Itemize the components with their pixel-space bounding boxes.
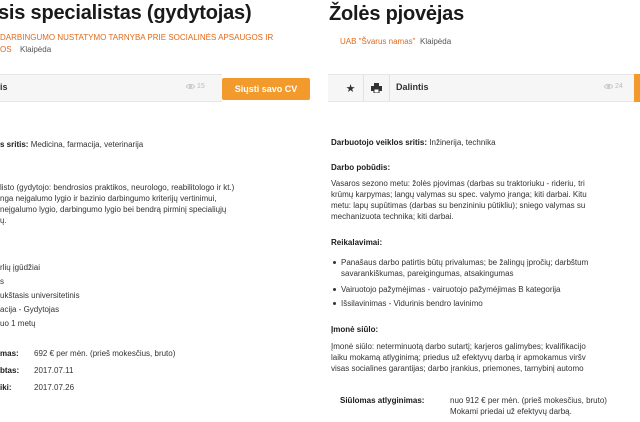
print-button[interactable] bbox=[364, 75, 390, 101]
work-heading: Darbo pobūdis: bbox=[331, 163, 391, 172]
list-item: Vairuotojo pažymėjimas - vairuotojo pažy… bbox=[333, 284, 561, 295]
panel-divider bbox=[318, 0, 328, 422]
posted-label: btas: bbox=[0, 366, 20, 375]
send-cv-button[interactable]: Siųsti savo CV bbox=[222, 78, 310, 100]
until-value: 2017.07.26 bbox=[34, 383, 75, 392]
salary-note: Mokami priedai už efektyvų darbą. bbox=[450, 407, 572, 416]
company-link-cont[interactable]: OS bbox=[0, 45, 12, 54]
list-item: Panašaus darbo patirtis būtų privalumas;… bbox=[333, 257, 588, 268]
view-count: 15 bbox=[186, 83, 205, 90]
action-toolbar: is 15 bbox=[0, 74, 222, 102]
offer-heading: Įmonė siūlo: bbox=[331, 325, 379, 334]
job-title: sis specialistas (gydytojas) bbox=[0, 2, 252, 24]
job-title: Žolės pjovėjas bbox=[329, 3, 465, 25]
job-city: Klaipėda bbox=[420, 37, 452, 46]
desc-line: nga neįgalumo lygio ir bazinio darbingum… bbox=[0, 194, 217, 203]
company-link[interactable]: UAB "Švarus namas" bbox=[340, 37, 415, 46]
eye-icon bbox=[186, 83, 195, 89]
job-city: Klaipėda bbox=[20, 45, 52, 54]
printer-icon bbox=[371, 83, 382, 93]
req-heading: Reikalavimai: bbox=[331, 238, 383, 247]
salary-label: Siūlomas atlyginimas: bbox=[340, 396, 425, 405]
company-link[interactable]: DARBINGUMO NUSTATYMO TARNYBA PRIE SOCIAL… bbox=[0, 33, 273, 42]
share-button[interactable]: is bbox=[0, 82, 8, 92]
posted-value: 2017.07.11 bbox=[34, 366, 74, 375]
send-cv-button[interactable] bbox=[634, 74, 640, 102]
desc-line: neįgalumo lygio, darbingumo lygio bei be… bbox=[0, 205, 227, 214]
salary-label: mas: bbox=[0, 349, 19, 358]
work-line: mechanizuota technika; kiti darbai. bbox=[331, 212, 454, 221]
until-label: iki: bbox=[0, 383, 12, 392]
action-toolbar: ★ Dalintis 24 bbox=[328, 74, 640, 102]
req-line: acija - Gydytojas bbox=[0, 305, 60, 314]
list-item-cont: savarankiškumas, pareigingumas, atsaking… bbox=[341, 269, 514, 278]
offer-line: Įmonė siūlo: neterminuotą darbo sutartį;… bbox=[331, 342, 586, 351]
area-row: Darbuotojo veiklos sritis: Inžinerija, t… bbox=[331, 138, 496, 147]
req-line: rlių įgūdžiai bbox=[0, 263, 41, 272]
offer-line: visas socialines garantijas; darbo įrank… bbox=[331, 364, 584, 373]
star-icon: ★ bbox=[345, 82, 356, 95]
offer-line: laiku mokamą atlyginimą; priedus už efek… bbox=[331, 353, 586, 362]
left-job-panel: sis specialistas (gydytojas) DARBINGUMO … bbox=[0, 0, 318, 422]
work-line: Vasaros sezono metu: žolės pjovimas (dar… bbox=[331, 179, 585, 188]
req-line: ukštasis universitetinis bbox=[0, 291, 80, 300]
desc-line: listo (gydytojo: bendrosios praktikos, n… bbox=[0, 183, 235, 192]
req-line: s bbox=[0, 277, 4, 286]
salary-value: 692 € per mėn. (prieš mokesčius, bruto) bbox=[34, 349, 176, 358]
area-row: s sritis: Medicina, farmacija, veterinar… bbox=[0, 140, 144, 149]
eye-icon bbox=[604, 83, 613, 89]
salary-value: nuo 912 € per mėn. (prieš mokesčius, bru… bbox=[450, 396, 607, 405]
share-button[interactable]: Dalintis bbox=[396, 82, 429, 92]
list-item: Išsilavinimas - Vidurinis bendro lavinim… bbox=[333, 298, 483, 309]
view-count: 24 bbox=[604, 83, 623, 90]
desc-line: ų. bbox=[0, 216, 7, 225]
right-job-panel: Žolės pjovėjas UAB "Švarus namas" Klaipė… bbox=[328, 0, 640, 422]
work-line: krūmų karpymas; langų valymas su spec. v… bbox=[331, 190, 587, 199]
req-line: uo 1 metų bbox=[0, 319, 36, 328]
work-line: metu: lapų supūtimas (darbas su benzinin… bbox=[331, 201, 586, 210]
favorite-button[interactable]: ★ bbox=[338, 75, 364, 101]
